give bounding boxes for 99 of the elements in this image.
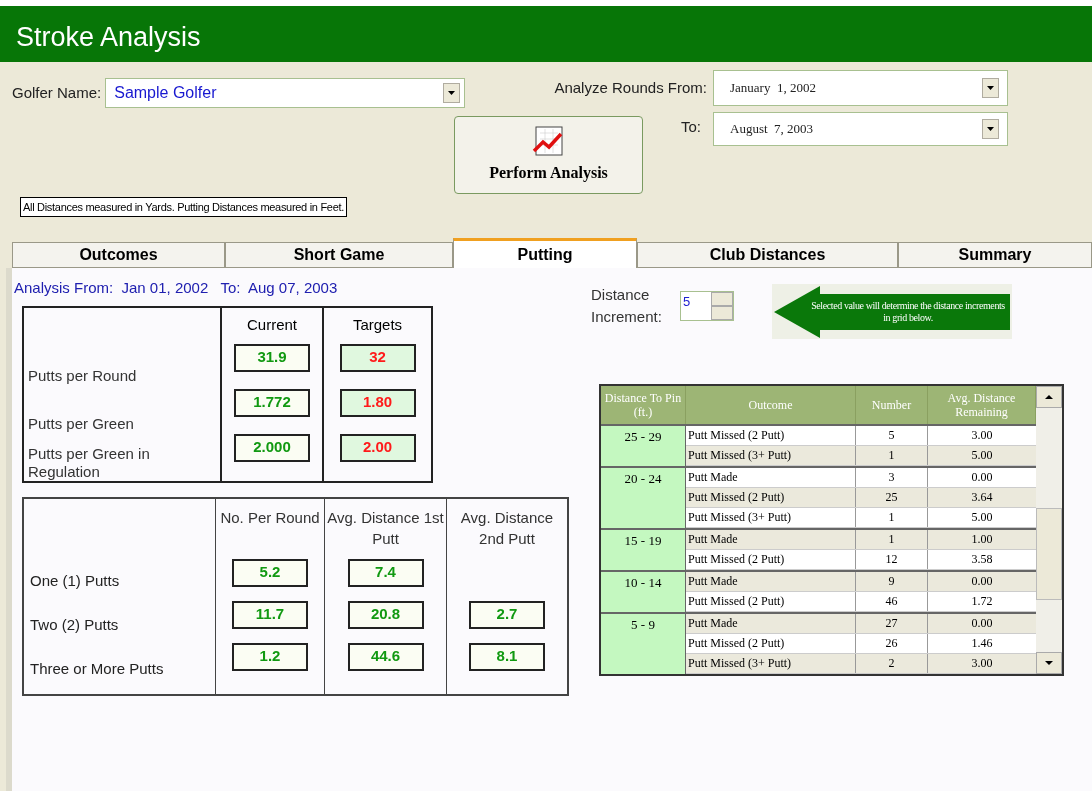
value-box: 7.4 bbox=[347, 558, 424, 587]
table-cell: 1 bbox=[856, 530, 928, 549]
row-label: Putts per Round bbox=[28, 366, 138, 385]
value-box: 1.80 bbox=[339, 388, 416, 417]
table-cell-text: 1.00 bbox=[970, 531, 994, 548]
row-label: One (1) Putts bbox=[30, 571, 121, 591]
table-cell: Putt Missed (3+ Putt) bbox=[686, 508, 856, 527]
table-cell: 2 bbox=[856, 654, 928, 673]
table-cell-text: 3.64 bbox=[970, 489, 994, 506]
table-cell: 1 bbox=[856, 446, 928, 465]
date-select[interactable]: August 7, 2003 bbox=[713, 112, 1008, 146]
table-cell: 1 bbox=[856, 508, 928, 527]
table-cell: Putt Made bbox=[686, 468, 856, 487]
distance-cell: 10 - 14 bbox=[601, 572, 686, 612]
table-cell: Putt Made bbox=[686, 530, 856, 549]
row-label: Putts per Green bbox=[28, 413, 135, 433]
distance-cell: 20 - 24 bbox=[601, 468, 686, 528]
value-box: 1.772 bbox=[234, 388, 310, 417]
distance-cell: 25 - 29 bbox=[601, 426, 686, 466]
value-box: 2.00 bbox=[339, 433, 416, 462]
distance-cell: 15 - 19 bbox=[601, 530, 686, 570]
hint-text: Selected value will determine the distance increments in grid below. bbox=[810, 299, 1006, 324]
perform-analysis-button[interactable]: Perform Analysis bbox=[454, 116, 643, 194]
table-cell: Putt Missed (3+ Putt) bbox=[686, 654, 856, 673]
table-cell: Putt Missed (2 Putt) bbox=[686, 426, 856, 445]
field-label: Distance Increment: bbox=[591, 285, 663, 327]
column-header: No. Per Round bbox=[219, 507, 321, 528]
table-cell-text: 0.00 bbox=[970, 573, 994, 590]
field-label: Analyze Rounds From: bbox=[554, 77, 707, 98]
tab[interactable]: Summary bbox=[898, 242, 1092, 268]
scroll-thumb[interactable] bbox=[1036, 508, 1062, 600]
table-cell: Putt Missed (2 Putt) bbox=[686, 634, 856, 653]
value-box: 2.000 bbox=[234, 433, 310, 462]
table-cell: Putt Missed (2 Putt) bbox=[686, 592, 856, 611]
caret-icon bbox=[1045, 395, 1053, 399]
scroll-down-button[interactable] bbox=[1036, 652, 1062, 674]
table-cell: 46 bbox=[856, 592, 928, 611]
row-label: Three or More Putts bbox=[30, 659, 165, 679]
table-cell: 5 bbox=[856, 426, 928, 445]
date-select[interactable]: January 1, 2002 bbox=[713, 70, 1008, 106]
column-header: Number bbox=[856, 386, 928, 424]
table-cell: Putt Missed (2 Putt) bbox=[686, 488, 856, 507]
column-header: Avg. Distance 1st Putt bbox=[326, 507, 445, 549]
caret-icon bbox=[987, 86, 994, 90]
column-header: Targets bbox=[352, 314, 403, 335]
field-label: Golfer Name: bbox=[12, 82, 102, 103]
distance-cell: 5 - 9 bbox=[601, 614, 686, 674]
table-cell: 12 bbox=[856, 550, 928, 569]
table-cell: Putt Missed (3+ Putt) bbox=[686, 446, 856, 465]
value-box: 2.7 bbox=[469, 600, 545, 629]
value-box: 5.2 bbox=[232, 558, 308, 587]
dropdown-button[interactable] bbox=[982, 78, 999, 98]
table-cell-text: 5.00 bbox=[970, 447, 994, 464]
table-cell-text: 3.00 bbox=[970, 427, 994, 444]
value-box: 44.6 bbox=[347, 642, 424, 671]
value-box: 11.7 bbox=[232, 600, 308, 629]
chart-icon bbox=[531, 125, 566, 157]
tab[interactable]: Club Distances bbox=[637, 242, 898, 268]
table-cell-text: 0.00 bbox=[970, 615, 994, 632]
value-box: 32 bbox=[339, 343, 416, 372]
golfer-select[interactable]: Sample Golfer bbox=[105, 78, 466, 108]
window-title: Stroke Analysis bbox=[16, 20, 201, 54]
scrollbar[interactable] bbox=[1036, 386, 1062, 674]
table-cell: Putt Made bbox=[686, 572, 856, 591]
row-label: Two (2) Putts bbox=[30, 615, 120, 635]
table-cell-text: 3.58 bbox=[970, 551, 994, 568]
table-cell-text: 0.00 bbox=[970, 469, 994, 486]
table-cell-text: 3.00 bbox=[970, 655, 994, 672]
column-header: Outcome bbox=[686, 386, 856, 424]
table-cell: 9 bbox=[856, 572, 928, 591]
dropdown-button[interactable] bbox=[982, 119, 999, 139]
scroll-up-button[interactable] bbox=[1036, 386, 1062, 408]
table-cell: 27 bbox=[856, 614, 928, 633]
tab[interactable]: Outcomes bbox=[12, 242, 225, 268]
field-label: To: bbox=[681, 117, 701, 137]
value-box: 8.1 bbox=[469, 642, 545, 671]
units-note: All Distances measured in Yards. Putting Distances measured in Feet. bbox=[20, 197, 347, 217]
table-cell: 3 bbox=[856, 468, 928, 487]
tab[interactable]: Putting bbox=[453, 238, 637, 268]
tab[interactable]: Short Game bbox=[225, 242, 453, 268]
caret-icon bbox=[448, 91, 456, 95]
table-cell: 25 bbox=[856, 488, 928, 507]
column-header: Current bbox=[247, 314, 297, 335]
dropdown-button[interactable] bbox=[443, 83, 461, 103]
value-box: 31.9 bbox=[234, 343, 310, 372]
table-cell-text: 1.72 bbox=[970, 593, 994, 610]
value-box: 1.2 bbox=[232, 642, 308, 671]
row-label: Putts per Green in Regulation bbox=[28, 446, 151, 481]
caret-icon bbox=[987, 127, 994, 131]
analysis-period: Analysis From: Jan 01, 2002 To: Aug 07, 2003 bbox=[14, 278, 339, 298]
caret-icon bbox=[1045, 661, 1053, 665]
table-cell-text: 1.46 bbox=[970, 635, 994, 652]
value-box: 20.8 bbox=[347, 600, 424, 629]
table-cell: Putt Missed (2 Putt) bbox=[686, 550, 856, 569]
column-header: Avg. Distance 2nd Putt bbox=[459, 507, 555, 549]
table-cell: Putt Made bbox=[686, 614, 856, 633]
table-cell: 26 bbox=[856, 634, 928, 653]
table-cell-text: 5.00 bbox=[970, 509, 994, 526]
column-header: Distance To Pin (ft.) bbox=[601, 386, 686, 424]
